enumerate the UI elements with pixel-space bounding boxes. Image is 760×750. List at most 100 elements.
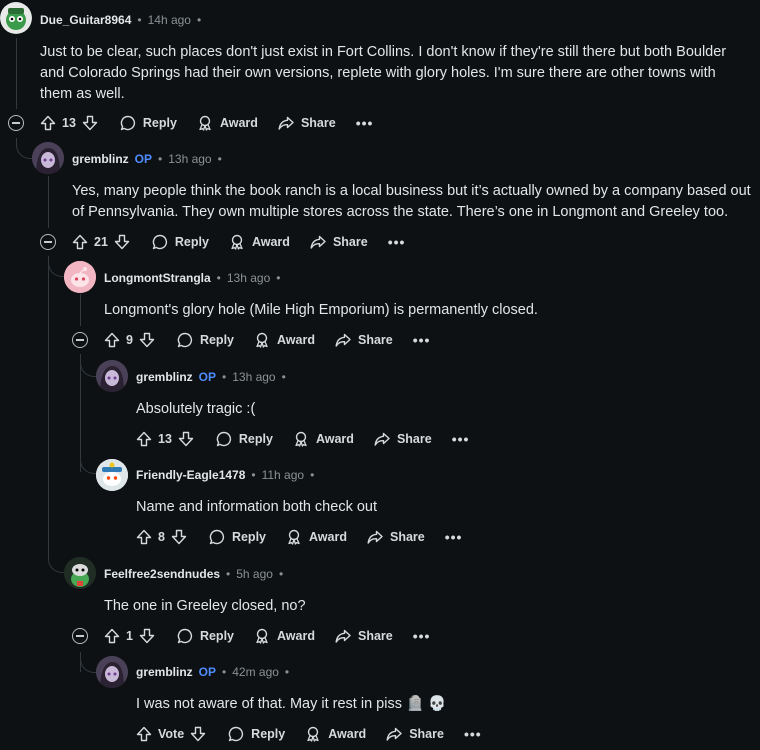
reply-button[interactable]: Reply [152,234,209,250]
comment-body: Just to be clear, such places don't just… [40,44,727,102]
share-label: Share [357,629,393,643]
downvote-icon[interactable] [82,115,98,131]
downvote-icon[interactable] [114,234,130,250]
reply-button[interactable]: Reply [216,431,273,447]
downvote-icon[interactable] [139,628,155,644]
collapse-icon[interactable] [72,332,88,348]
timestamp[interactable]: 13h ago [168,152,211,166]
share-icon [374,431,390,447]
share-label: Share [300,116,336,130]
share-button[interactable]: Share [335,332,393,348]
overflow-icon[interactable]: ••• [388,234,406,250]
vote-count: 8 [158,530,165,544]
share-label: Share [357,333,393,347]
reply-label: Reply [238,432,273,446]
separator: • [222,665,227,679]
thread-connector [16,138,33,159]
separator: • [281,370,286,384]
collapse-icon[interactable] [40,234,56,250]
share-label: Share [396,432,432,446]
collapse-icon[interactable] [72,628,88,644]
timestamp[interactable]: 5h ago [236,567,273,581]
overflow-icon[interactable]: ••• [464,726,482,742]
overflow-icon[interactable]: ••• [356,115,374,131]
timestamp[interactable]: 13h ago [232,370,275,384]
share-button[interactable]: Share [335,628,393,644]
avatar[interactable] [96,459,128,491]
comment-meta: gremblinz OP • 13h ago • [72,152,222,166]
collapse-icon[interactable] [8,115,24,131]
timestamp[interactable]: 42m ago [232,665,279,679]
author-name[interactable]: gremblinz [72,152,129,166]
overflow-icon[interactable]: ••• [445,529,463,545]
upvote-icon[interactable] [136,529,152,545]
share-button[interactable]: Share [278,115,336,131]
upvote-icon[interactable] [72,234,88,250]
award-button[interactable]: Award [254,332,315,348]
downvote-icon[interactable] [190,726,206,742]
author-name[interactable]: gremblinz [136,665,193,679]
overflow-icon[interactable]: ••• [452,431,470,447]
overflow-icon[interactable]: ••• [413,628,431,644]
upvote-icon[interactable] [136,431,152,447]
action-bar: 1 Reply Award Share ••• [104,624,430,648]
reply-button[interactable]: Reply [177,332,234,348]
share-button[interactable]: Share [310,234,368,250]
author-name[interactable]: Feelfree2sendnudes [104,567,220,581]
thread-connector [80,652,97,673]
vote-count: 21 [94,235,108,249]
comment-meta: gremblinz OP • 42m ago • [136,665,289,679]
share-button[interactable]: Share [367,529,425,545]
reply-label: Reply [142,116,177,130]
comment-body: Longmont's glory hole (Mile High Emporiu… [104,302,538,318]
overflow-icon[interactable]: ••• [413,332,431,348]
thread-connector [80,453,97,474]
award-button[interactable]: Award [229,234,290,250]
reply-button[interactable]: Reply [209,529,266,545]
timestamp[interactable]: 14h ago [148,13,191,27]
thread-line [48,176,49,228]
op-badge: OP [134,152,153,166]
comment-body: The one in Greeley closed, no? [104,598,306,614]
share-button[interactable]: Share [374,431,432,447]
award-button[interactable]: Award [293,431,354,447]
avatar[interactable] [96,656,128,688]
author-name[interactable]: LongmontStrangla [104,271,211,285]
downvote-icon[interactable] [171,529,187,545]
reply-button[interactable]: Reply [120,115,177,131]
award-icon [229,234,245,250]
thread-connector [48,256,65,277]
vote-count: Vote [158,727,185,741]
award-button[interactable]: Award [305,726,366,742]
share-button[interactable]: Share [386,726,444,742]
avatar[interactable] [64,557,96,589]
upvote-icon[interactable] [104,628,120,644]
reply-label: Reply [174,235,209,249]
downvote-icon[interactable] [178,431,194,447]
author-name[interactable]: Friendly-Eagle1478 [136,468,245,482]
award-button[interactable]: Award [286,529,347,545]
comment-body: Yes, many people think the book ranch is… [72,183,751,220]
avatar[interactable] [96,360,128,392]
avatar[interactable] [0,2,32,34]
upvote-icon[interactable] [136,726,152,742]
author-name[interactable]: gremblinz [136,370,193,384]
vote-control: 13 [40,115,98,131]
avatar[interactable] [32,142,64,174]
reply-button[interactable]: Reply [177,628,234,644]
author-name[interactable]: Due_Guitar8964 [40,13,131,27]
vote-control: 21 [72,234,130,250]
award-button[interactable]: Award [254,628,315,644]
upvote-icon[interactable] [40,115,56,131]
award-label: Award [219,116,258,130]
avatar[interactable] [64,261,96,293]
award-button[interactable]: Award [197,115,258,131]
downvote-icon[interactable] [139,332,155,348]
reply-button[interactable]: Reply [228,726,285,742]
timestamp[interactable]: 11h ago [262,468,305,482]
timestamp[interactable]: 13h ago [227,271,270,285]
award-label: Award [277,629,315,643]
upvote-icon[interactable] [104,332,120,348]
separator: • [216,271,221,285]
separator: • [226,567,231,581]
